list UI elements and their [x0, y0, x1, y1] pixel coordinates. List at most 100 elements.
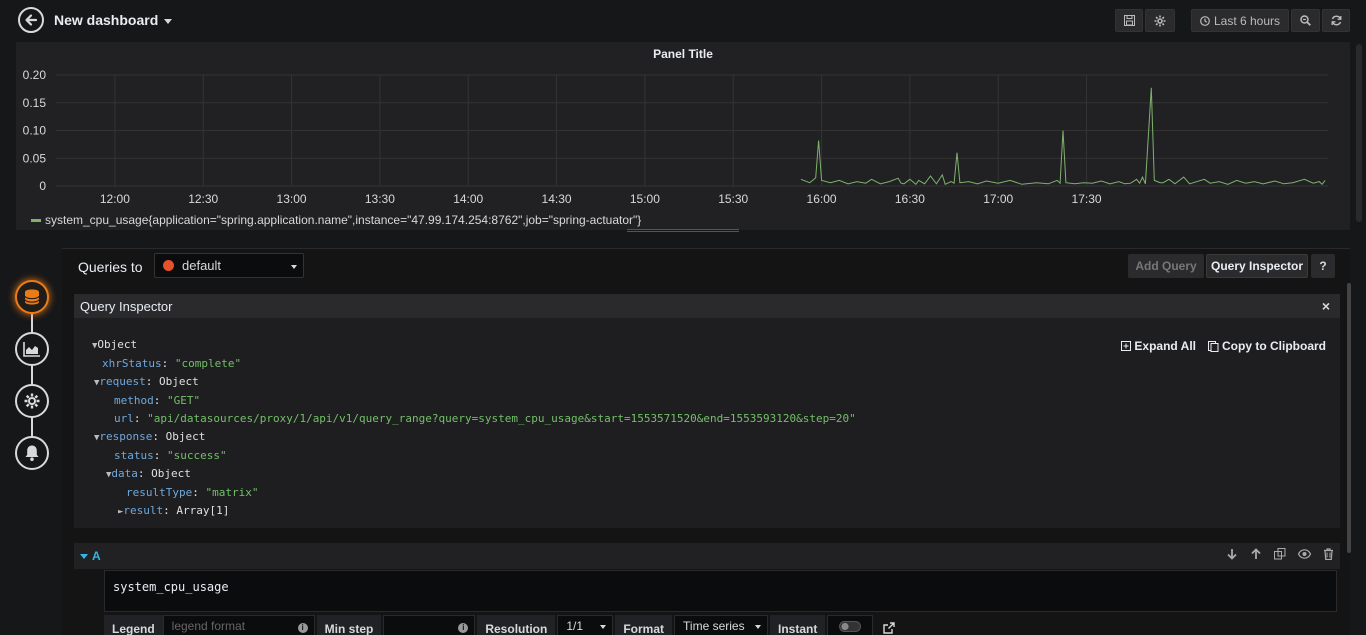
format-label: Format: [615, 615, 673, 635]
info-icon[interactable]: i: [297, 623, 308, 633]
prometheus-icon: [163, 260, 174, 271]
move-down-icon[interactable]: [1226, 548, 1238, 560]
y-tick-label: 0.20: [23, 68, 47, 82]
x-tick-label: 15:00: [630, 192, 660, 206]
y-tick-label: 0: [39, 179, 46, 193]
side-nav-connector: [31, 296, 33, 456]
clipboard-icon: [1208, 341, 1219, 352]
queries-tab[interactable]: [15, 280, 49, 314]
chevron-down-icon: [80, 553, 88, 559]
json-line: resultType: "matrix": [126, 486, 259, 499]
json-value: "api/datasources/proxy/1/api/v1/query_ra…: [147, 412, 856, 425]
chevron-down-icon: [164, 18, 173, 24]
legend-series-label[interactable]: system_cpu_usage{application="spring.app…: [45, 213, 641, 227]
save-icon: [1123, 15, 1135, 26]
resolution-label: Resolution: [477, 615, 556, 635]
json-line[interactable]: ►result: Array[1]: [92, 502, 856, 521]
resolution-select[interactable]: 1/1: [557, 615, 614, 635]
format-select[interactable]: Time series: [674, 615, 769, 635]
graph-panel[interactable]: Panel Title 0.20 0.15 0.10 0.05 0 12:00 12:30 1…: [16, 42, 1350, 232]
min-step-input[interactable]: i: [383, 615, 476, 635]
x-tick-label: 17:30: [1072, 192, 1102, 206]
x-tick-label: 16:30: [895, 192, 925, 206]
panel-resize-handle[interactable]: [627, 229, 739, 232]
save-button[interactable]: [1115, 9, 1143, 32]
json-value: "success": [167, 449, 227, 462]
min-step-label: Min step: [316, 615, 382, 635]
instant-toggle[interactable]: [827, 615, 874, 635]
refresh-button[interactable]: [1322, 9, 1350, 32]
time-range-label: Last 6 hours: [1213, 13, 1281, 28]
back-icon[interactable]: [18, 7, 44, 33]
legend-format-placeholder: legend format: [171, 619, 246, 633]
datasource-select[interactable]: default: [154, 253, 304, 278]
queries-icon: [24, 289, 40, 305]
copy-clipboard-link[interactable]: Copy to Clipboard: [1208, 339, 1326, 353]
alert-tab[interactable]: [15, 436, 49, 470]
general-tab[interactable]: [15, 384, 49, 418]
query-ref[interactable]: A: [80, 549, 101, 563]
expand-all-link[interactable]: Expand All: [1121, 339, 1196, 353]
zoom-out-button[interactable]: [1291, 9, 1320, 32]
eye-icon[interactable]: [1298, 548, 1311, 560]
y-tick-label: 0.10: [23, 124, 47, 138]
json-key: data: [111, 467, 138, 480]
json-line[interactable]: ▼request: Object: [92, 373, 856, 392]
chart-legend[interactable]: system_cpu_usage{application="spring.app…: [31, 213, 641, 227]
x-tick-label: 17:00: [983, 192, 1013, 206]
json-value: "GET": [167, 394, 201, 407]
share-query-link[interactable]: [883, 616, 896, 635]
refresh-icon: [1331, 15, 1341, 26]
json-line[interactable]: ▼Object: [92, 336, 856, 355]
query-inspector-title: Query Inspector: [80, 298, 173, 314]
json-value: Object: [97, 338, 138, 351]
query-inspector-header: Query Inspector ×: [74, 294, 1340, 318]
json-line: method: "GET": [114, 394, 201, 407]
trash-icon[interactable]: [1323, 548, 1334, 560]
query-inspector-panel: Query Inspector × ▼Object xhrStatus: "com…: [74, 294, 1340, 528]
expand-icon: [1121, 341, 1132, 351]
legend-format-input[interactable]: legend format i: [162, 615, 315, 635]
settings-button[interactable]: [1145, 9, 1175, 32]
json-key: status: [114, 449, 154, 462]
time-picker-button[interactable]: Last 6 hours: [1191, 9, 1289, 32]
query-inspector-button[interactable]: Query Inspector: [1206, 254, 1308, 278]
query-expression-input[interactable]: system_cpu_usage: [104, 570, 1337, 612]
editor-scrollbar[interactable]: [1347, 283, 1351, 553]
chevron-down-icon: [291, 265, 297, 269]
json-line[interactable]: ▼response: Object: [92, 428, 856, 447]
json-line: xhrStatus: "complete": [102, 357, 242, 370]
visualization-tab[interactable]: [15, 332, 49, 366]
legend-swatch: [31, 218, 41, 222]
external-link-icon: [883, 621, 896, 634]
json-line: status: "success": [114, 449, 227, 462]
x-tick-label: 13:00: [277, 192, 307, 206]
json-key: xhrStatus: [102, 357, 162, 370]
info-icon[interactable]: i: [458, 623, 469, 633]
x-tick-label: 16:00: [807, 192, 837, 206]
add-query-button[interactable]: Add Query: [1128, 254, 1204, 278]
help-button[interactable]: ?: [1311, 254, 1335, 278]
page-scrollbar[interactable]: [1356, 44, 1362, 222]
clock-icon: [1200, 15, 1210, 26]
dashboard-title[interactable]: New dashboard: [54, 12, 173, 28]
datasource-value: default: [182, 258, 222, 273]
x-tick-label: 14:30: [542, 192, 572, 206]
json-value: Object: [151, 467, 191, 480]
json-line[interactable]: ▼data: Object: [92, 465, 856, 484]
json-key: url: [114, 412, 134, 425]
editor-side-nav: [14, 280, 50, 480]
query-row-header[interactable]: A: [74, 543, 1340, 569]
inspector-actions: Expand All Copy to Clipboard: [1121, 339, 1326, 353]
query-options: Legend legend format i Min step i Resolu…: [104, 615, 896, 635]
json-value: Object: [159, 375, 199, 388]
json-value: Array[1]: [176, 504, 230, 517]
duplicate-icon[interactable]: [1274, 548, 1286, 560]
json-key: request: [99, 375, 146, 388]
format-value: Time series: [683, 619, 745, 633]
json-value: "complete": [174, 357, 242, 370]
x-tick-label: 12:30: [188, 192, 218, 206]
move-up-icon[interactable]: [1250, 548, 1262, 560]
close-icon[interactable]: ×: [1322, 298, 1330, 314]
json-tree: ▼Object xhrStatus: "complete" ▼request: Ob…: [92, 336, 856, 521]
